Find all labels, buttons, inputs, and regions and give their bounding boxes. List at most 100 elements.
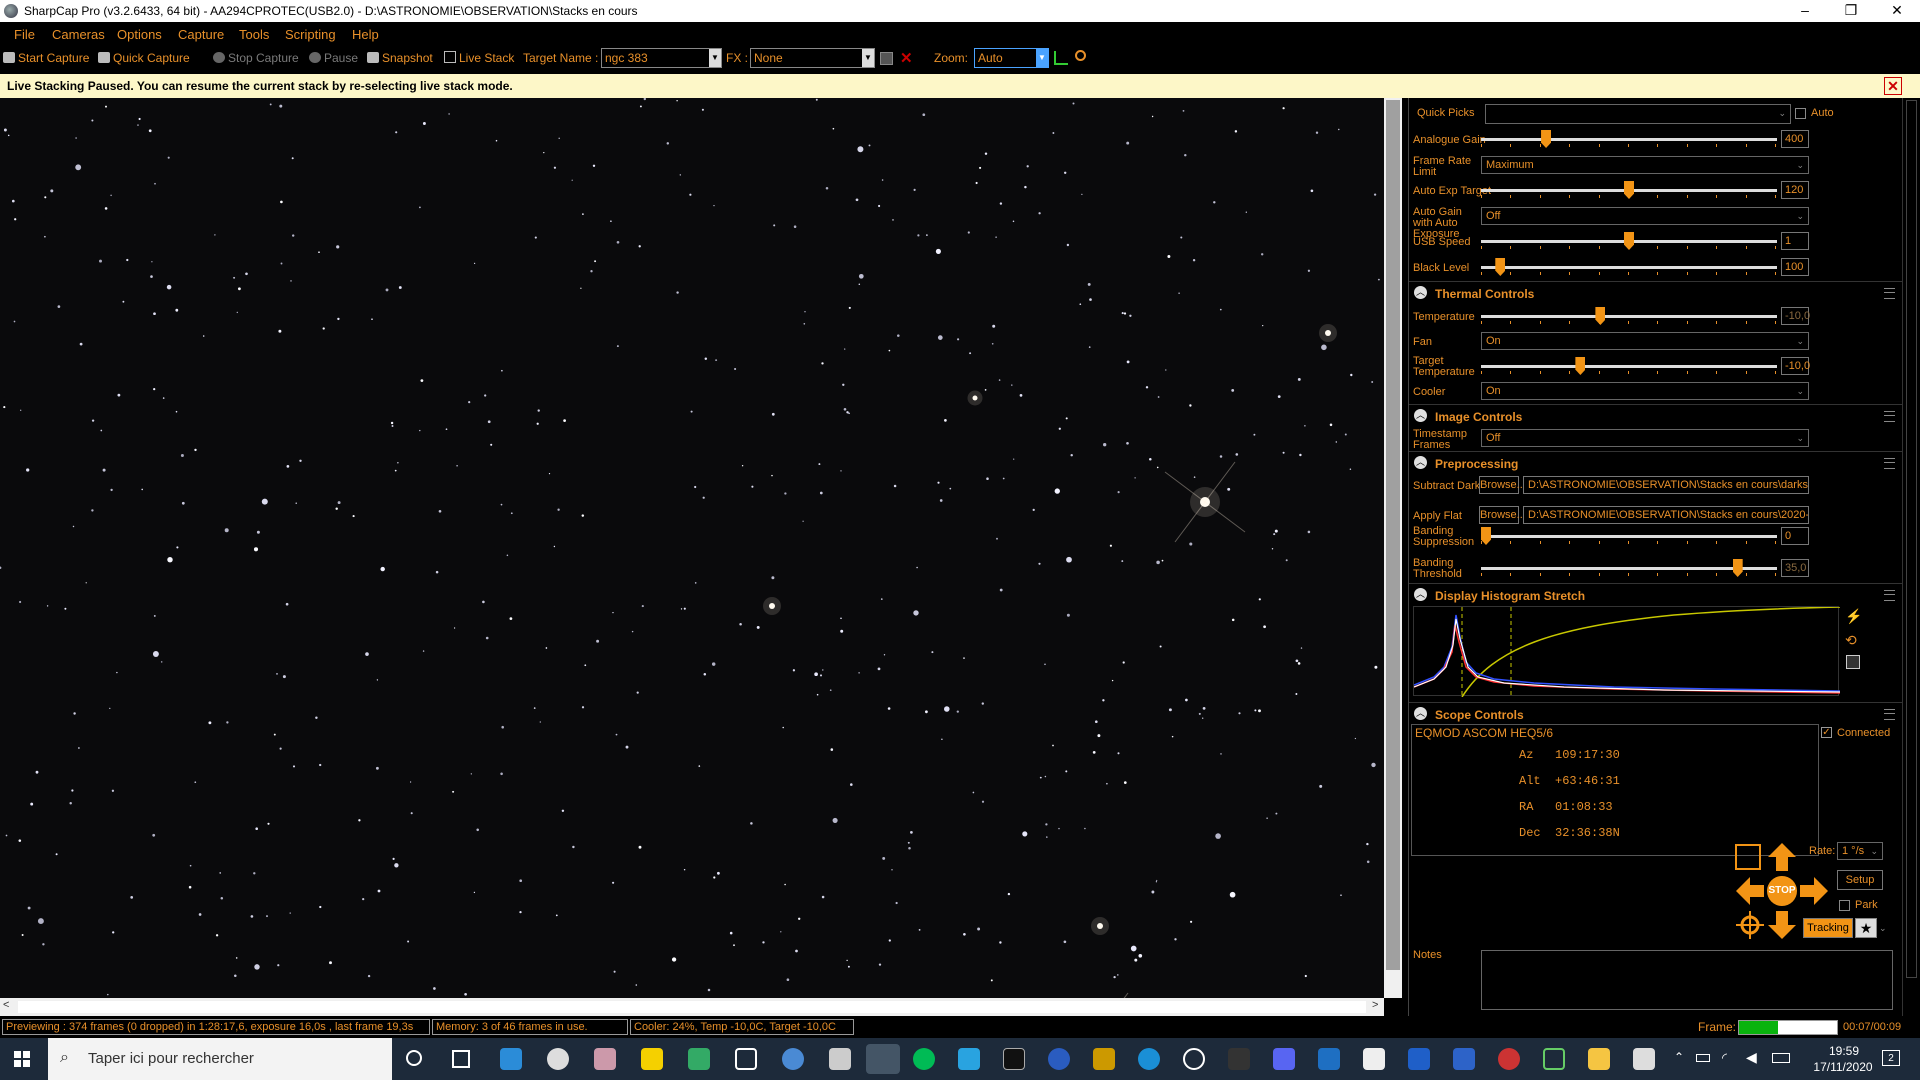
- mail-app-icon[interactable]: [500, 1048, 522, 1070]
- app-icon[interactable]: [735, 1048, 757, 1070]
- connected-checkbox[interactable]: ✓: [1821, 727, 1832, 738]
- auto-gain-select[interactable]: Off ⌄: [1481, 207, 1809, 225]
- close-button[interactable]: ✕: [1874, 0, 1920, 22]
- chevron-up-icon[interactable]: ︿: [1414, 707, 1427, 720]
- file-explorer-icon[interactable]: [1588, 1048, 1610, 1070]
- chevron-down-icon[interactable]: ▼: [709, 49, 721, 67]
- histogram-icon[interactable]: [1054, 51, 1068, 65]
- reset-icon[interactable]: ⟲: [1845, 632, 1861, 648]
- clock-date[interactable]: 17/11/2020: [1808, 1060, 1878, 1074]
- image-preview[interactable]: [0, 98, 1384, 998]
- arrow-right-icon[interactable]: [1799, 876, 1829, 906]
- target-name-input[interactable]: ngc 383 ▼: [601, 48, 722, 68]
- section-menu-icon[interactable]: [1884, 288, 1895, 299]
- slider-track[interactable]: [1481, 138, 1777, 141]
- chevron-down-icon[interactable]: ▼: [1036, 49, 1048, 67]
- app-icon[interactable]: [1228, 1048, 1250, 1070]
- arrow-up-icon[interactable]: [1767, 842, 1797, 872]
- preview-vertical-scrollbar[interactable]: [1384, 98, 1402, 998]
- preview-horizontal-scrollbar[interactable]: < >: [0, 998, 1384, 1016]
- usb-speed-slider[interactable]: [1481, 230, 1777, 252]
- black-level-slider[interactable]: [1481, 256, 1777, 278]
- menu-tools[interactable]: Tools: [239, 27, 269, 42]
- app-icon[interactable]: [1003, 1048, 1025, 1070]
- slider-knob[interactable]: [1541, 130, 1552, 148]
- histogram-plot[interactable]: [1413, 606, 1841, 698]
- chevron-up-icon[interactable]: ︿: [1414, 286, 1427, 299]
- taskbar-search-box[interactable]: ⌕ Taper ici pour rechercher: [48, 1038, 392, 1080]
- setup-button[interactable]: Setup: [1837, 870, 1883, 890]
- app-icon[interactable]: [1453, 1048, 1475, 1070]
- frame-rate-select[interactable]: Maximum ⌄: [1481, 156, 1809, 174]
- fx-settings-icon[interactable]: [880, 52, 893, 65]
- menu-scripting[interactable]: Scripting: [285, 27, 336, 42]
- menu-capture[interactable]: Capture: [178, 27, 224, 42]
- preprocessing-header[interactable]: ︿ Preprocessing: [1409, 451, 1903, 473]
- chevron-up-icon[interactable]: ︿: [1414, 409, 1427, 422]
- remove-fx-icon[interactable]: ✕: [900, 49, 913, 67]
- section-menu-icon[interactable]: [1884, 709, 1895, 720]
- app-icon[interactable]: [1093, 1048, 1115, 1070]
- browse-dark-button[interactable]: Browse...: [1479, 476, 1526, 494]
- rate-select[interactable]: 1 °/s ⌄: [1837, 842, 1883, 860]
- auto-checkbox[interactable]: [1795, 108, 1806, 119]
- menu-options[interactable]: Options: [117, 27, 162, 42]
- slider-track[interactable]: [1481, 315, 1777, 318]
- menu-cameras[interactable]: Cameras: [52, 27, 105, 42]
- network-icon[interactable]: ◜: [1722, 1050, 1727, 1066]
- start-capture-button[interactable]: Start Capture: [3, 51, 89, 65]
- timestamp-frames-select[interactable]: Off ⌄: [1481, 429, 1809, 447]
- image-controls-header[interactable]: ︿ Image Controls: [1409, 404, 1903, 426]
- app-icon[interactable]: [782, 1048, 804, 1070]
- minimize-button[interactable]: –: [1782, 0, 1828, 22]
- slider-track[interactable]: [1481, 535, 1777, 538]
- park-checkbox[interactable]: [1839, 900, 1850, 911]
- app-icon[interactable]: [1318, 1048, 1340, 1070]
- notes-textarea[interactable]: [1481, 950, 1893, 1010]
- usb-speed-value[interactable]: 1: [1781, 232, 1809, 250]
- edge-browser-icon[interactable]: [1138, 1048, 1160, 1070]
- cortana-icon[interactable]: [406, 1050, 422, 1066]
- sharpcap-taskbar-icon[interactable]: [866, 1044, 900, 1074]
- menu-file[interactable]: File: [14, 27, 35, 42]
- windows-start-icon[interactable]: [14, 1051, 30, 1067]
- slider-knob[interactable]: [1624, 232, 1634, 250]
- scope-controls-header[interactable]: ︿ Scope Controls: [1409, 702, 1903, 724]
- panel-scrollbar[interactable]: [1902, 98, 1920, 1016]
- auto-stretch-icon[interactable]: ⚡: [1845, 608, 1862, 624]
- tray-chevron-icon[interactable]: ⌃: [1674, 1050, 1684, 1064]
- analogue-gain-value[interactable]: 400: [1781, 130, 1809, 148]
- scrollbar-thumb[interactable]: [18, 1001, 1366, 1013]
- app-icon[interactable]: [1408, 1048, 1430, 1070]
- arrow-down-icon[interactable]: [1767, 910, 1797, 940]
- analogue-gain-slider[interactable]: [1481, 128, 1777, 150]
- auto-exp-target-value[interactable]: 120: [1781, 181, 1809, 199]
- task-view-icon[interactable]: [452, 1050, 470, 1068]
- app-icon[interactable]: [594, 1048, 616, 1070]
- menu-help[interactable]: Help: [352, 27, 379, 42]
- app-icon[interactable]: [1633, 1048, 1655, 1070]
- stop-capture-button[interactable]: Stop Capture: [213, 51, 299, 65]
- slider-knob[interactable]: [1595, 307, 1606, 325]
- target-temperature-value[interactable]: -10,0: [1781, 357, 1810, 375]
- close-icon[interactable]: ✕: [1884, 77, 1902, 95]
- black-level-value[interactable]: 100: [1781, 258, 1809, 276]
- banding-suppression-value[interactable]: 0: [1781, 527, 1809, 545]
- slider-track[interactable]: [1481, 567, 1777, 570]
- magnifier-icon[interactable]: [1075, 50, 1086, 61]
- settings-app-icon[interactable]: [547, 1048, 569, 1070]
- app-icon[interactable]: [688, 1048, 710, 1070]
- tracking-button[interactable]: Tracking: [1803, 918, 1853, 938]
- dark-path-select[interactable]: D:\ASTRONOMIE\OBSERVATION\Stacks en cour…: [1523, 476, 1809, 494]
- chevron-up-icon[interactable]: ︿: [1414, 456, 1427, 469]
- chevron-up-icon[interactable]: ︿: [1414, 588, 1427, 601]
- battery-icon[interactable]: [1696, 1054, 1710, 1062]
- scrollbar-thumb[interactable]: [1386, 100, 1400, 970]
- slider-knob[interactable]: [1732, 559, 1743, 577]
- chevron-left-icon[interactable]: <: [3, 999, 9, 1011]
- wix-icon[interactable]: [1363, 1048, 1385, 1070]
- section-menu-icon[interactable]: [1884, 458, 1895, 469]
- keyboard-icon[interactable]: [1772, 1053, 1790, 1063]
- slider-track[interactable]: [1481, 266, 1777, 269]
- save-icon[interactable]: [1846, 655, 1860, 669]
